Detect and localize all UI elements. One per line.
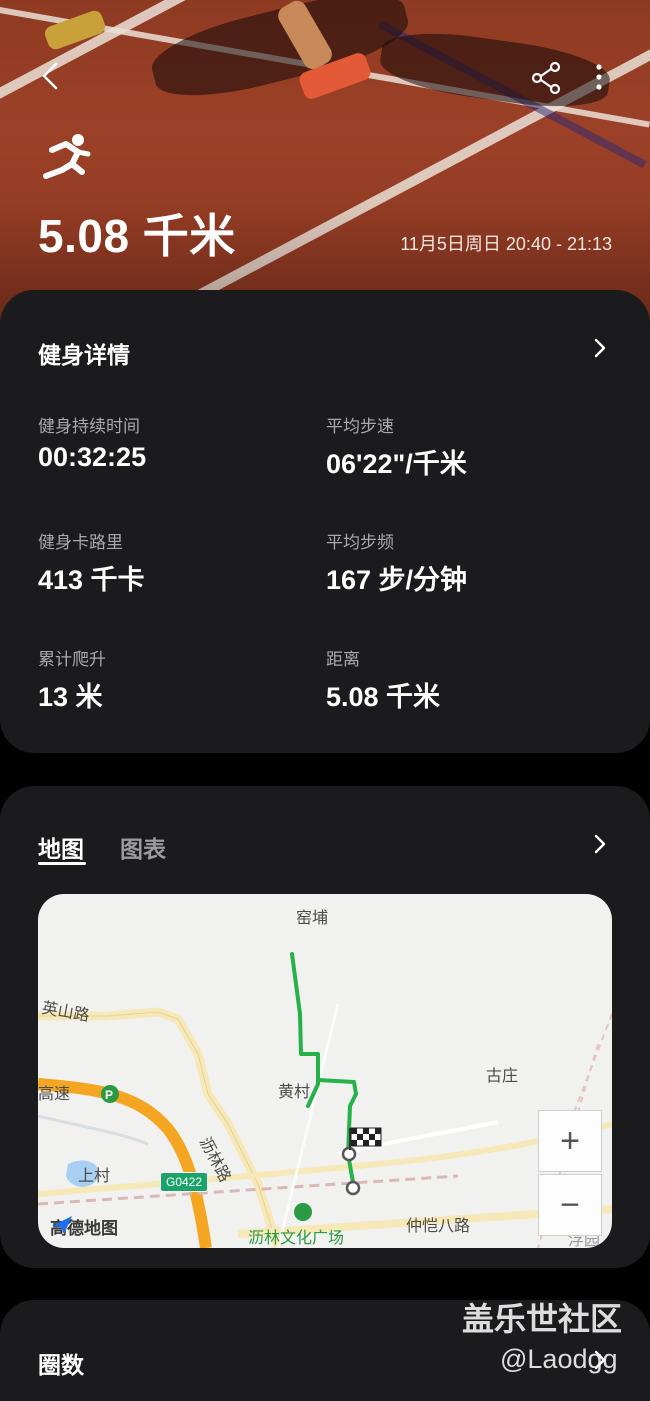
chevron-right-icon[interactable] (590, 338, 610, 358)
metric-label-calories: 健身卡路里 (38, 533, 123, 552)
map-label-zhongkai-road: 仲恺八路 (406, 1218, 471, 1235)
active-tab-indicator (38, 862, 86, 865)
map-canvas: P (38, 952, 612, 1248)
metric-value-calories: 413 千卡 (38, 565, 145, 595)
metric-label-cadence: 平均步频 (326, 533, 394, 552)
zoom-in-button[interactable]: + (538, 1110, 602, 1172)
hero-distance: 5.08 千米 (38, 210, 236, 262)
back-arrow-icon (42, 62, 58, 90)
metric-label-elevation: 累计爬升 (38, 650, 106, 669)
zoom-out-button[interactable]: − (538, 1174, 602, 1236)
map-card: 地图 图表 P 窑埔 英山路 黄村 古庄 高速 上村 沥林路 G0422 沥林文… (0, 786, 650, 1268)
more-options-button[interactable] (580, 58, 620, 98)
minus-icon: − (560, 1186, 580, 1224)
map-label-highway: 高速 (38, 1086, 71, 1103)
workout-datetime: 11月5日周日 20:40 - 21:13 (400, 234, 612, 254)
svg-text:P: P (105, 1088, 113, 1102)
running-icon (38, 132, 94, 184)
runner-shadow (376, 24, 614, 116)
map-label-guzhuang: 古庄 (486, 1068, 519, 1085)
route-map[interactable]: P 窑埔 英山路 黄村 古庄 高速 上村 沥林路 G0422 沥林文化广场 仲恺… (38, 894, 612, 1248)
amap-arrow-icon (52, 1216, 72, 1234)
workout-details-card[interactable]: 健身详情 健身持续时间 00:32:25 平均步速 06'22"/千米 健身卡路… (0, 290, 650, 753)
share-button[interactable] (527, 58, 567, 98)
map-provider-logo: 高德地图 (50, 1214, 118, 1239)
hero-banner: 5.08 千米 11月5日周日 20:40 - 21:13 (0, 0, 650, 320)
share-icon (531, 61, 561, 95)
metric-value-elevation: 13 米 (38, 682, 103, 712)
more-vert-icon (596, 64, 602, 90)
metric-label-duration: 健身持续时间 (38, 417, 140, 436)
metric-value-distance: 5.08 千米 (326, 682, 441, 712)
map-label-shangcun: 上村 (78, 1168, 111, 1185)
plus-icon: + (560, 1122, 580, 1160)
tab-chart[interactable]: 图表 (120, 830, 166, 864)
watermark-handle: @Laodgg (500, 1344, 618, 1374)
map-label-north: 窑埔 (296, 910, 329, 927)
back-button[interactable] (30, 56, 70, 96)
metric-value-pace: 06'22"/千米 (326, 449, 467, 479)
metric-label-pace: 平均步速 (326, 417, 394, 436)
metric-value-duration: 00:32:25 (38, 442, 147, 472)
metric-value-cadence: 167 步/分钟 (326, 565, 468, 595)
metric-label-distance: 距离 (326, 650, 360, 669)
map-label-plaza: 沥林文化广场 (248, 1230, 345, 1247)
chevron-right-icon[interactable] (590, 834, 610, 854)
map-label-huangcun: 黄村 (278, 1084, 311, 1101)
road-code-badge: G0422 (160, 1172, 208, 1192)
tab-map[interactable]: 地图 (38, 830, 84, 864)
laps-title: 圈数 (38, 1352, 84, 1378)
details-title: 健身详情 (38, 342, 130, 368)
watermark-site: 盖乐世社区 (462, 1301, 623, 1337)
